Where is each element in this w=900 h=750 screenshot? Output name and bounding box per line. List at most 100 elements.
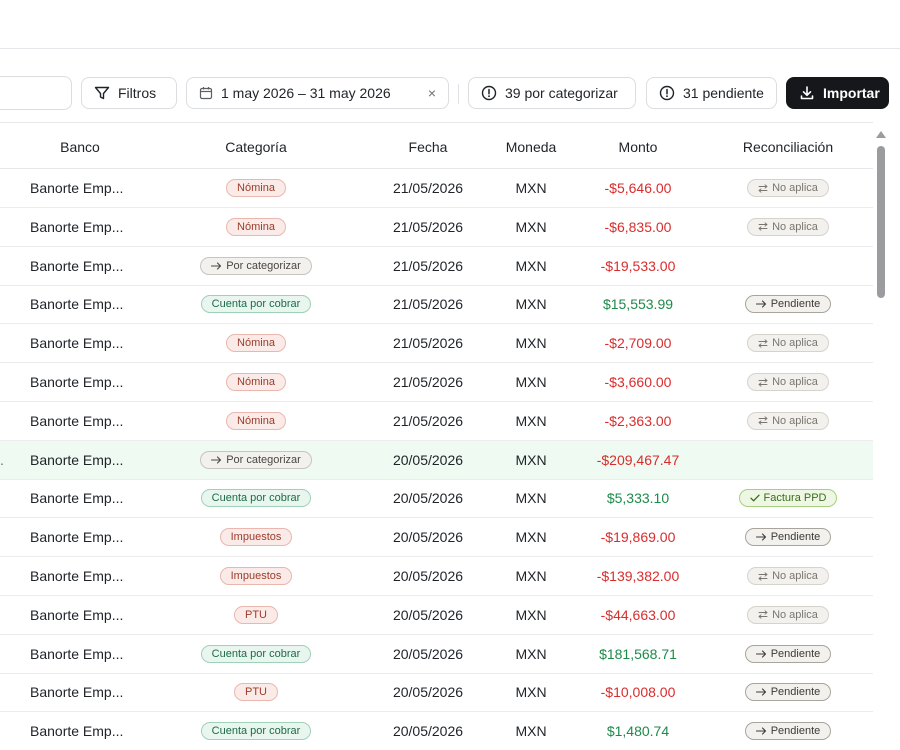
reconciliation-pill[interactable]: No aplica: [747, 334, 829, 353]
table-row[interactable]: Banorte Emp... Nómina 21/05/2026 MXN -$6,835…: [0, 208, 873, 247]
category-pill[interactable]: Cuenta por cobrar: [200, 722, 312, 741]
category-pill[interactable]: Cuenta por cobrar: [200, 644, 312, 663]
category-pill[interactable]: Impuestos: [219, 567, 293, 585]
reconciliation-pill[interactable]: No aplica: [747, 567, 829, 585]
currency: MXN: [515, 296, 547, 313]
category-pill[interactable]: Impuestos: [219, 528, 293, 547]
category-pill[interactable]: Nómina: [226, 217, 286, 236]
reconciliation-pill[interactable]: No aplica: [747, 605, 829, 624]
header-reconciliacion[interactable]: Reconciliación: [712, 122, 864, 168]
row-lead-text: [0, 596, 8, 634]
table-row[interactable]: Banorte Emp... PTU 20/05/2026 MXN -$10,008.0…: [0, 673, 873, 713]
category-pill[interactable]: Nómina: [226, 334, 286, 353]
category-pill[interactable]: PTU: [234, 683, 278, 702]
category-label: Por categorizar: [226, 259, 301, 272]
reconciliation-label: No aplica: [772, 376, 818, 388]
table-row[interactable]: Banorte Emp... Cuenta por cobrar 21/05/202…: [0, 285, 873, 325]
bank-name: Banorte Emp...: [30, 568, 124, 584]
top-divider: [0, 48, 900, 49]
header-fecha[interactable]: Fecha: [368, 122, 488, 168]
category-pill[interactable]: Cuenta por cobrar: [200, 489, 312, 508]
category-pill[interactable]: Cuenta por cobrar: [200, 295, 312, 314]
bank-name: Banorte Emp...: [30, 606, 124, 623]
scrollbar-thumb[interactable]: [877, 146, 885, 298]
filters-button[interactable]: Filtros: [81, 77, 177, 109]
uncategorized-filter-button[interactable]: 39 por categorizar: [468, 77, 636, 109]
amount: $181,568.71: [599, 645, 677, 662]
category-pill[interactable]: Por categorizar: [200, 256, 312, 275]
amount: -$5,646.00: [604, 180, 672, 196]
reconciliation-pill[interactable]: Pendiente: [744, 644, 832, 663]
amount: -$2,363.00: [604, 412, 672, 429]
reconciliation-label: No aplica: [772, 182, 818, 194]
reconciliation-pill[interactable]: No aplica: [747, 179, 829, 197]
header-banco[interactable]: Banco: [30, 122, 130, 168]
table-header: Banco Categoría Fecha Moneda Monto Recon…: [0, 122, 873, 169]
category-cell: Impuestos: [150, 518, 362, 556]
reconciliation-pill[interactable]: Factura PPD: [738, 489, 838, 508]
reconciliation-pill[interactable]: No aplica: [747, 217, 829, 236]
reconciliation-cell: Pendiente: [712, 635, 864, 673]
reconciliation-pill[interactable]: Pendiente: [744, 295, 832, 314]
table-row[interactable]: Banorte Emp... Nómina 21/05/2026 MXN -$2,363…: [0, 402, 873, 441]
currency: MXN: [515, 257, 547, 274]
table-row[interactable]: Banorte Emp... Nómina 21/05/2026 MXN -$3,660…: [0, 363, 873, 402]
reconciliation-pill[interactable]: Pendiente: [744, 528, 832, 547]
amount: -$10,008.00: [600, 684, 676, 701]
amount: $5,333.10: [606, 490, 670, 507]
amount: $1,480.74: [606, 723, 670, 740]
row-lead-text: [0, 402, 8, 440]
reconciliation-cell: Pendiente: [712, 518, 864, 556]
reconciliation-cell: No aplica: [712, 596, 864, 634]
reconciliation-pill[interactable]: No aplica: [747, 411, 829, 430]
table-row[interactable]: Banorte Emp... Cuenta por cobrar 20/05/202…: [0, 635, 873, 674]
header-monto[interactable]: Monto: [574, 122, 702, 168]
table-row[interactable]: Banorte Emp... Nómina 21/05/2026 MXN -$5,646…: [0, 169, 873, 208]
bank-name: Banorte Emp...: [30, 412, 124, 429]
reconciliation-pill[interactable]: Pendiente: [744, 683, 832, 702]
import-button[interactable]: Importar: [786, 77, 889, 109]
amount: -$44,663.00: [600, 606, 676, 623]
table-row[interactable]: Banorte Emp... PTU 20/05/2026 MXN -$44,663.0…: [0, 596, 873, 635]
category-pill[interactable]: Nómina: [226, 411, 286, 430]
header-categoria[interactable]: Categoría: [150, 122, 362, 168]
bank-name: Banorte Emp...: [30, 335, 124, 352]
table-row[interactable]: Banorte Emp... Nómina 21/05/2026 MXN -$2,709…: [0, 324, 873, 364]
toolbar-divider: [458, 84, 459, 104]
row-lead-text: [0, 673, 8, 711]
currency: MXN: [515, 568, 547, 584]
reconciliation-cell: No aplica: [712, 324, 864, 362]
swap-icon: [758, 339, 768, 348]
bank-name: Banorte Emp...: [30, 684, 124, 701]
check-icon: [749, 494, 760, 502]
reconciliation-cell: Pendiente: [712, 712, 864, 750]
category-pill[interactable]: Nómina: [226, 179, 286, 197]
table-row[interactable]: Banorte Emp... Cuenta por cobrar 20/05/202…: [0, 712, 873, 750]
reconciliation-label: No aplica: [772, 608, 818, 621]
category-pill[interactable]: Nómina: [226, 373, 286, 391]
reconciliation-label: No aplica: [772, 337, 818, 350]
table-row[interactable]: Banorte Emp... Impuestos 20/05/2026 MXN -$19…: [0, 518, 873, 558]
reconciliation-cell: Factura PPD: [712, 479, 864, 517]
scroll-up-arrow-icon[interactable]: [876, 131, 886, 138]
table-row[interactable]: Banorte Emp... Cuenta por cobrar 20/05/202…: [0, 479, 873, 519]
table-row[interactable]: . Banorte Emp... Por categorizar 20/05/2026…: [0, 440, 873, 480]
category-pill[interactable]: PTU: [234, 605, 278, 624]
reconciliation-pill[interactable]: No aplica: [747, 373, 829, 391]
bank-name: Banorte Emp...: [30, 374, 124, 390]
clear-date-icon[interactable]: ×: [428, 85, 436, 101]
header-moneda[interactable]: Moneda: [492, 122, 570, 168]
date-range-picker[interactable]: 1 may 2026 – 31 may 2026 ×: [186, 77, 449, 109]
date: 21/05/2026: [392, 257, 464, 274]
category-pill[interactable]: Por categorizar: [200, 450, 312, 469]
search-input[interactable]: [0, 76, 72, 110]
table-row[interactable]: Banorte Emp... Impuestos 20/05/2026 MXN -$13…: [0, 557, 873, 596]
date: 20/05/2026: [392, 684, 464, 701]
currency: MXN: [515, 529, 547, 546]
category-cell: PTU: [150, 596, 362, 634]
reconciliation-pill[interactable]: Pendiente: [744, 722, 832, 741]
pending-filter-button[interactable]: 31 pendiente: [646, 77, 777, 109]
row-lead-text: [0, 169, 8, 207]
table-row[interactable]: Banorte Emp... Por categorizar 21/05/2026 M…: [0, 247, 873, 286]
amount: -$2,709.00: [604, 335, 672, 352]
